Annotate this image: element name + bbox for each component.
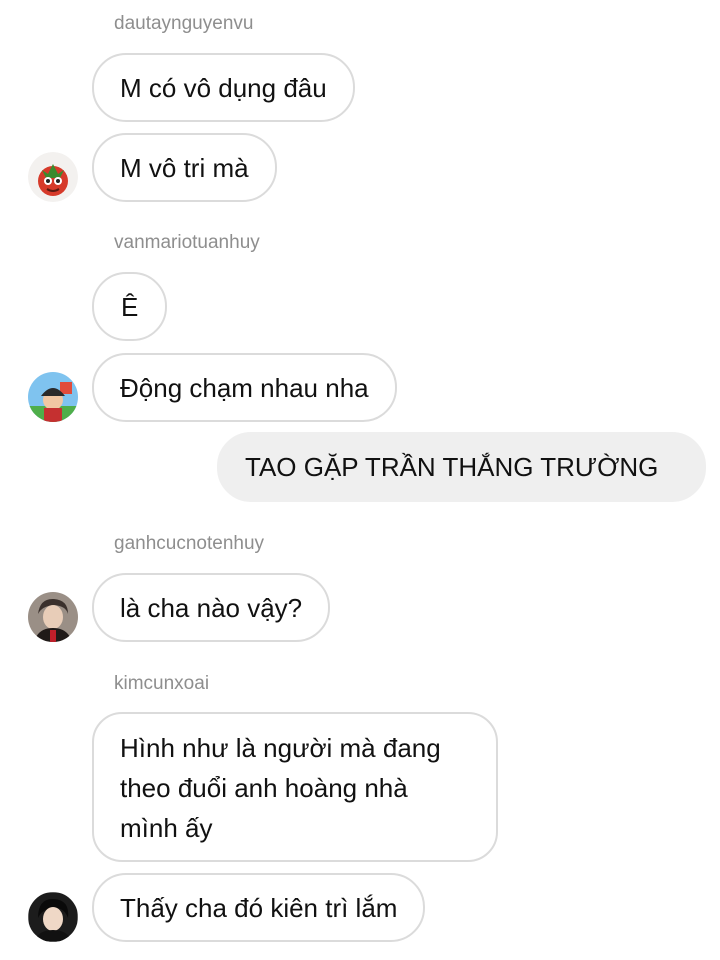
message-bubble[interactable]: Ê <box>92 272 168 341</box>
sender-name: kimcunxoai <box>114 673 210 694</box>
sender-name: dautaynguyenvu <box>114 13 254 34</box>
tomato-avatar-icon[interactable] <box>28 152 78 202</box>
person-avatar-icon[interactable] <box>28 892 78 942</box>
person-avatar-icon[interactable] <box>28 592 78 642</box>
sender-name: vanmariotuanhuy <box>114 232 260 253</box>
message-bubble[interactable]: Hình như là người mà đang theo đuổi anh … <box>92 712 498 862</box>
message-bubble[interactable]: Động chạm nhau nha <box>92 353 397 422</box>
message-bubble[interactable]: M có vô dụng đâu <box>92 53 355 122</box>
sender-name: ganhcucnotenhuy <box>114 533 265 554</box>
mario-avatar-icon[interactable] <box>28 372 78 422</box>
message-bubble[interactable]: M vô tri mà <box>92 133 277 202</box>
message-bubble[interactable]: là cha nào vậy? <box>92 573 331 642</box>
message-bubble[interactable]: Thấy cha đó kiên trì lắm <box>92 873 426 942</box>
outgoing-message-bubble[interactable]: TAO GẶP TRẦN THẮNG TRƯỜNG <box>217 432 706 502</box>
